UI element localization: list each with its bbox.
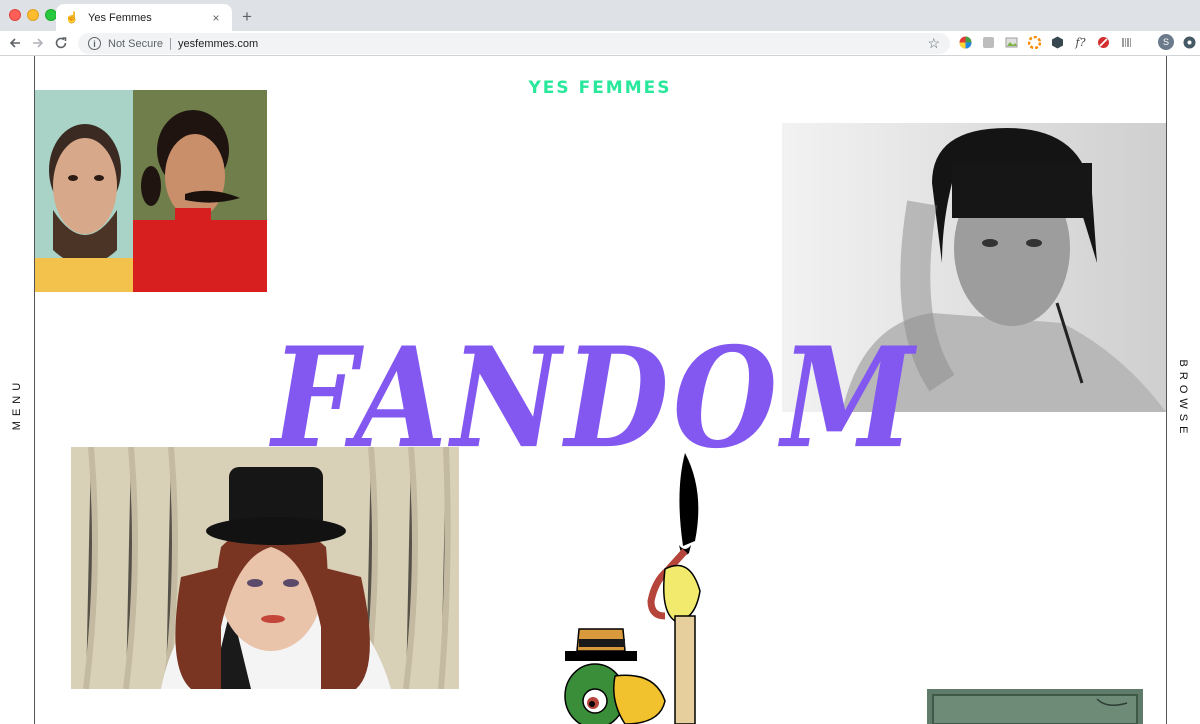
hand-favicon-icon: ☝ bbox=[65, 12, 79, 24]
right-rail-divider bbox=[1166, 56, 1167, 724]
palette-icon[interactable] bbox=[1027, 35, 1042, 50]
new-tab-button[interactable]: + bbox=[238, 7, 256, 25]
barcode-icon[interactable] bbox=[1119, 35, 1134, 50]
page-content: MENU BROWSE YES FEMMES FANDOM bbox=[0, 56, 1200, 724]
separator bbox=[1142, 35, 1150, 50]
info-icon[interactable]: i bbox=[88, 37, 101, 50]
fandom-headline: FANDOM bbox=[271, 317, 919, 480]
security-label: Not Secure bbox=[108, 37, 164, 50]
browse-button[interactable]: BROWSE bbox=[1177, 360, 1189, 439]
star-icon[interactable]: ☆ bbox=[927, 35, 940, 52]
profile-icon[interactable]: S bbox=[1158, 34, 1174, 50]
menu-circle-icon[interactable] bbox=[1182, 35, 1197, 50]
cartoon-parrot-with-umbrella[interactable] bbox=[555, 451, 705, 724]
color-wheel-icon[interactable] bbox=[958, 35, 973, 50]
image-extension-icon[interactable] bbox=[1004, 35, 1019, 50]
block-icon[interactable] bbox=[1096, 35, 1111, 50]
back-icon[interactable] bbox=[6, 34, 24, 52]
fandom-headline-container: FANDOM bbox=[272, 324, 914, 474]
browser-toolbar: i Not Secure yesfemmes.com ☆ f? S bbox=[0, 31, 1200, 56]
tab-close-icon[interactable]: × bbox=[208, 10, 224, 26]
extension-gray-icon[interactable] bbox=[981, 35, 996, 50]
tab-yes-femmes[interactable]: ☝ Yes Femmes × bbox=[56, 4, 232, 31]
browser-chrome: ☝ Yes Femmes × + i Not Secure yesfemmes.… bbox=[0, 0, 1200, 56]
window-controls bbox=[9, 9, 57, 21]
hexagon-icon[interactable] bbox=[1050, 35, 1065, 50]
close-window-button[interactable] bbox=[9, 9, 21, 21]
green-painting-corner[interactable] bbox=[927, 689, 1143, 724]
font-icon[interactable]: f? bbox=[1073, 35, 1088, 50]
reload-icon[interactable] bbox=[52, 34, 70, 52]
site-logo[interactable]: YES FEMMES bbox=[528, 78, 671, 98]
address-bar[interactable]: i Not Secure yesfemmes.com ☆ bbox=[78, 33, 950, 54]
minimize-window-button[interactable] bbox=[27, 9, 39, 21]
tab-title: Yes Femmes bbox=[88, 11, 152, 24]
extensions-bar: f? S bbox=[958, 34, 1197, 50]
tab-strip: ☝ Yes Femmes × + bbox=[0, 0, 1200, 31]
menu-button[interactable]: MENU bbox=[11, 378, 23, 430]
bearded-portrait-diptych[interactable] bbox=[35, 90, 267, 292]
url-text[interactable]: yesfemmes.com bbox=[178, 38, 927, 50]
top-hat-portrait[interactable] bbox=[71, 447, 459, 689]
separator bbox=[170, 37, 172, 50]
forward-icon[interactable] bbox=[29, 34, 47, 52]
